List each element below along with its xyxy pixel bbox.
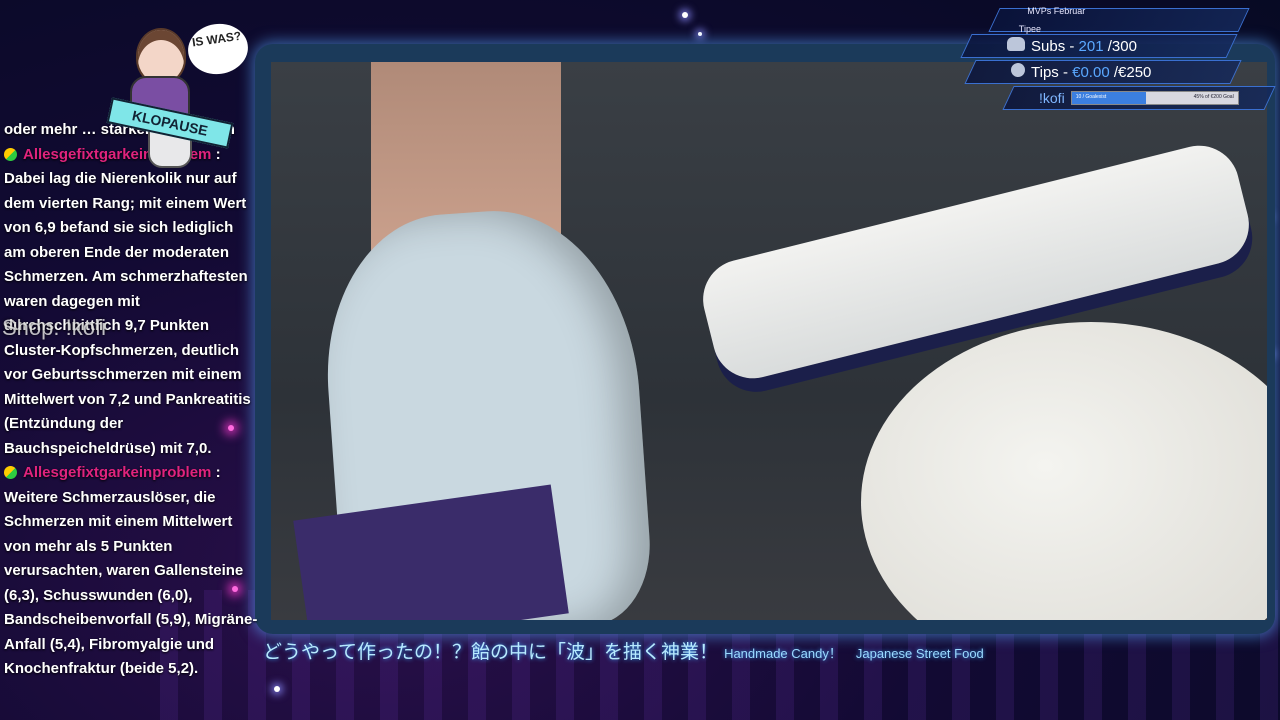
subs-current: 201 bbox=[1078, 38, 1104, 55]
kofi-progress-right-text: 45% of €200 Goal bbox=[1193, 94, 1234, 100]
sleeve bbox=[293, 484, 569, 620]
chat-message: Allesgefixtgarkeinproblem : Dabei lag di… bbox=[0, 143, 262, 462]
subtitle-japanese: どうやって作ったの！？飴の中に「波」を描く神業！ bbox=[263, 642, 719, 663]
mvp-name: Tipee bbox=[1018, 24, 1041, 34]
video-player[interactable] bbox=[271, 62, 1267, 620]
video-subtitle: どうやって作ったの！？飴の中に「波」を描く神業！ Handmade Candy！ J… bbox=[263, 637, 984, 664]
kofi-goal: !kofi 10 / Goalexist 45% of €200 Goal bbox=[1002, 86, 1276, 110]
kofi-progress-bar: 10 / Goalexist 45% of €200 Goal bbox=[1070, 91, 1239, 105]
mvp-box: MVPs Februar Tipee bbox=[988, 6, 1250, 34]
tips-goal: Tips - €0.00 /€250 bbox=[964, 60, 1242, 84]
star-decoration bbox=[274, 686, 280, 692]
subs-label: Subs - bbox=[1031, 38, 1079, 55]
user-badge-icon bbox=[4, 147, 17, 161]
users-icon bbox=[1007, 37, 1025, 51]
coins-icon bbox=[1011, 63, 1025, 77]
chat-message: Allesgefixtgarkeinproblem : Weitere Schm… bbox=[0, 461, 262, 682]
chat-message-text: Dabei lag die Nierenkolik nur auf dem vi… bbox=[4, 170, 251, 457]
tips-current: €0.00 bbox=[1072, 64, 1110, 81]
subtitle-english-2: Japanese Street Food bbox=[855, 646, 984, 661]
star-decoration bbox=[698, 32, 702, 36]
chat-panel: oder mehr … starker Schmerzen Allesgefix… bbox=[0, 118, 262, 720]
subs-target: /300 bbox=[1107, 38, 1137, 55]
chat-username[interactable]: Allesgefixtgarkeinproblem bbox=[23, 464, 211, 481]
chat-message-text: Weitere Schmerzauslöser, die Schmerzen m… bbox=[4, 488, 258, 678]
mvp-title: MVPs Februar bbox=[1027, 6, 1086, 16]
subs-goal: Subs - 201 /300 bbox=[960, 34, 1238, 58]
kofi-progress-left-text: 10 / Goalexist bbox=[1075, 94, 1107, 100]
chat-colon: : bbox=[215, 464, 221, 481]
speech-bubble: IS WAS? bbox=[184, 20, 252, 78]
shop-overlay-text: Shop: !kofi bbox=[2, 315, 106, 340]
user-badge-icon bbox=[4, 466, 17, 479]
tips-target: /€250 bbox=[1113, 64, 1152, 81]
star-decoration bbox=[682, 12, 688, 18]
tips-label: Tips - bbox=[1031, 64, 1073, 81]
klopause-sticker: IS WAS? KLOPAUSE bbox=[48, 10, 252, 168]
candy-dough bbox=[861, 322, 1267, 620]
kofi-label[interactable]: !kofi bbox=[1039, 90, 1065, 106]
stream-goals-panel: MVPs Februar Tipee Subs - 201 /300 Tips … bbox=[960, 4, 1280, 110]
subtitle-english-1: Handmade Candy！ bbox=[724, 646, 842, 661]
